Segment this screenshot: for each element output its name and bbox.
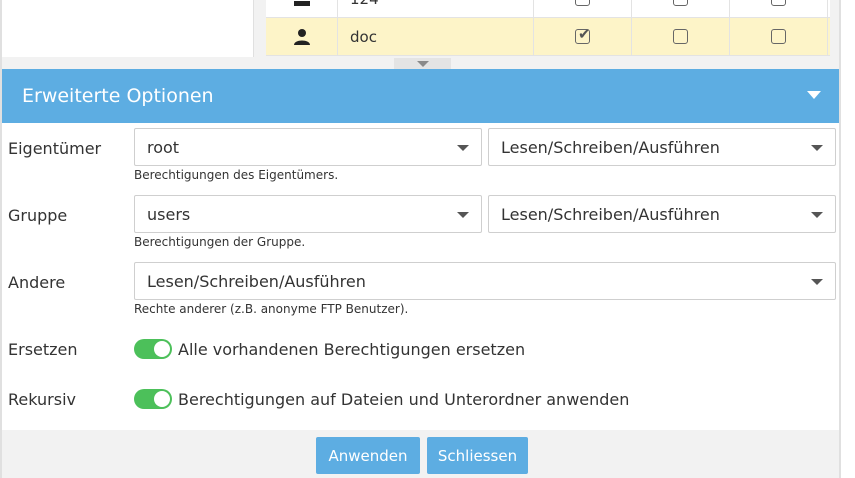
chevron-down-icon[interactable] <box>807 91 821 99</box>
group-icon <box>266 0 338 17</box>
group-hint: Berechtigungen der Gruppe. <box>134 235 306 249</box>
group-permission-select[interactable]: Lesen/Schreiben/Ausführen <box>488 195 836 233</box>
write-checkbox-cell[interactable] <box>632 0 730 17</box>
check-icon: ✔ <box>578 25 591 43</box>
read-checkbox-cell[interactable] <box>534 0 632 17</box>
others-permission-select[interactable]: Lesen/Schreiben/Ausführen <box>134 262 836 300</box>
acl-area: 124 doc ✔ <box>2 0 839 58</box>
replace-toggle[interactable] <box>134 339 172 359</box>
user-icon <box>266 18 338 55</box>
dialog-footer: Anwenden Schliessen <box>2 430 839 478</box>
collapse-handle[interactable] <box>394 58 451 69</box>
execute-checkbox[interactable] <box>771 29 786 44</box>
group-select[interactable]: users <box>134 195 482 233</box>
chevron-down-icon <box>811 145 823 151</box>
owner-hint: Berechtigungen des Eigentümers. <box>134 168 339 182</box>
others-label: Andere <box>8 273 66 292</box>
group-permission-value: Lesen/Schreiben/Ausführen <box>501 205 720 224</box>
recursive-toggle-text: Berechtigungen auf Dateien und Unterordn… <box>178 390 630 409</box>
acl-row-name: doc <box>338 18 534 55</box>
toggle-knob <box>154 391 170 407</box>
write-checkbox[interactable] <box>673 29 688 44</box>
table-row[interactable]: doc ✔ <box>266 18 830 56</box>
chevron-down-icon <box>457 212 469 218</box>
owner-label: Eigentümer <box>8 139 102 158</box>
advanced-options-form: Eigentümer root Lesen/Schreiben/Ausführe… <box>2 123 839 430</box>
write-checkbox-cell[interactable] <box>632 18 730 55</box>
table-row[interactable]: 124 <box>266 0 830 18</box>
execute-checkbox-cell[interactable] <box>730 18 828 55</box>
execute-checkbox[interactable] <box>771 0 786 6</box>
read-checkbox-cell[interactable]: ✔ <box>534 18 632 55</box>
owner-user-select[interactable]: root <box>134 128 482 166</box>
replace-toggle-text: Alle vorhandenen Berechtigungen ersetzen <box>178 340 526 359</box>
chevron-down-icon <box>416 60 429 67</box>
acl-left-pane <box>2 0 254 57</box>
execute-checkbox-cell[interactable] <box>730 0 828 17</box>
recursive-label: Rekursiv <box>8 390 76 409</box>
panel-title: Erweiterte Optionen <box>22 85 214 107</box>
group-value: users <box>147 205 191 224</box>
read-checkbox[interactable] <box>575 0 590 6</box>
chevron-down-icon <box>811 212 823 218</box>
chevron-down-icon <box>457 145 469 151</box>
advanced-options-header[interactable]: Erweiterte Optionen <box>2 69 839 123</box>
others-hint: Rechte anderer (z.B. anonyme FTP Benutze… <box>134 302 409 316</box>
background-strip <box>841 0 855 478</box>
acl-table: 124 doc ✔ <box>266 0 830 57</box>
recursive-toggle[interactable] <box>134 389 172 409</box>
apply-button[interactable]: Anwenden <box>316 437 420 474</box>
read-checkbox[interactable]: ✔ <box>575 25 591 44</box>
replace-label: Ersetzen <box>8 340 78 359</box>
write-checkbox[interactable] <box>673 0 688 6</box>
owner-permission-value: Lesen/Schreiben/Ausführen <box>501 138 720 157</box>
others-permission-value: Lesen/Schreiben/Ausführen <box>147 272 366 291</box>
chevron-down-icon <box>811 279 823 285</box>
owner-permission-select[interactable]: Lesen/Schreiben/Ausführen <box>488 128 836 166</box>
group-label: Gruppe <box>8 206 68 225</box>
close-button[interactable]: Schliessen <box>427 437 528 474</box>
owner-user-value: root <box>147 138 180 157</box>
toggle-knob <box>154 341 170 357</box>
acl-row-name: 124 <box>338 0 534 17</box>
